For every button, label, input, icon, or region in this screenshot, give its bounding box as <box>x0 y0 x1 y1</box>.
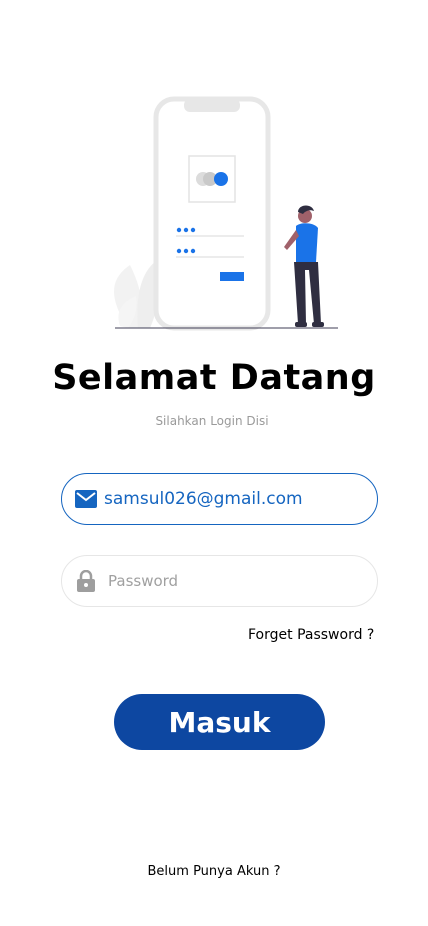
phone-body <box>153 96 271 331</box>
email-value[interactable]: samsul026@gmail.com <box>104 489 303 509</box>
login-illustration <box>114 96 338 331</box>
page-title: Selamat Datang <box>52 358 376 398</box>
login-button[interactable]: Masuk <box>114 694 325 750</box>
phone-notch <box>184 99 240 112</box>
mail-icon <box>74 487 98 511</box>
register-link[interactable]: Belum Punya Akun ? <box>0 864 428 879</box>
password-input[interactable] <box>108 572 348 590</box>
phone-button <box>266 152 270 178</box>
page-subtitle: Silahkan Login Disi <box>155 414 269 428</box>
email-field[interactable]: samsul026@gmail.com <box>61 473 378 525</box>
phone-login-button <box>220 272 244 281</box>
lock-icon <box>74 569 98 593</box>
password-field[interactable] <box>61 555 378 607</box>
forget-password-link[interactable]: Forget Password ? <box>248 627 374 643</box>
person-figure <box>284 205 324 327</box>
